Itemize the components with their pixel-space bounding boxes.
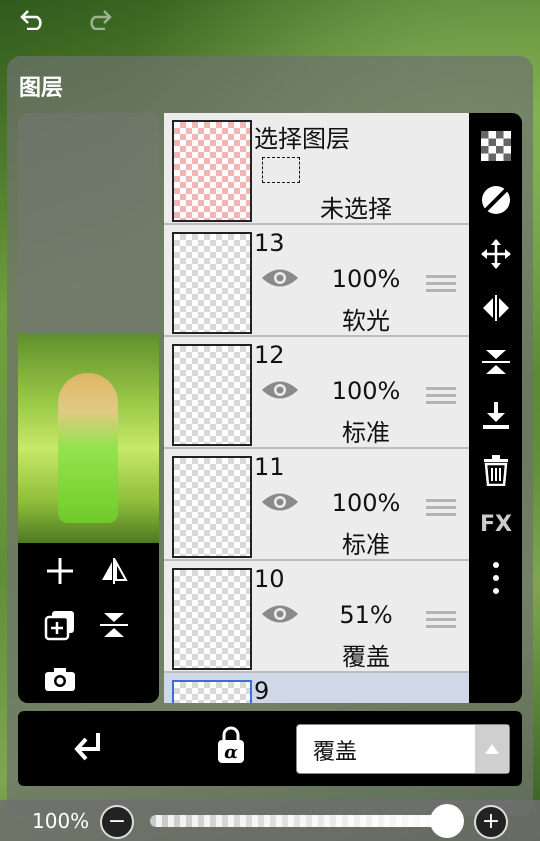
left-tools [18,543,159,703]
layer-options-bar: α 覆盖 [18,711,522,786]
selection-layer-row[interactable]: 选择图层 未选择 [164,113,469,225]
layer-preview-column [18,113,159,703]
layer-blend-mode: 标准 [342,531,390,559]
move-icon[interactable] [477,235,515,273]
fx-button[interactable]: FX [477,505,515,543]
mirror-icon[interactable] [477,289,515,327]
layer-row-9[interactable]: 9 [164,673,469,703]
layer-thumbnail [172,680,252,703]
drag-handle-icon[interactable] [426,495,456,520]
undo-icon[interactable] [16,4,50,34]
layer-opacity: 51% [339,601,393,629]
layer-thumbnail [172,568,252,670]
copy-layer-icon[interactable] [40,605,80,645]
redo-icon[interactable] [82,4,116,34]
layer-panel: 图层 选择图层 未选择 13 100% 软光 12 100% 标准 11 100… [7,56,533,816]
layer-opacity: 100% [331,265,401,293]
eye-icon[interactable] [260,377,300,407]
clip-arrow-icon[interactable] [72,729,106,771]
flip-vertical-icon[interactable] [94,605,134,645]
layer-row-10[interactable]: 10 51% 覆盖 [164,561,469,673]
flip-horizontal-icon[interactable] [94,551,134,591]
canvas-thumbnail[interactable] [18,333,159,543]
drag-handle-icon[interactable] [426,271,456,296]
svg-text:α: α [224,742,238,763]
layer-number: 11 [254,453,285,481]
opacity-slider-track[interactable] [150,815,450,827]
plus-icon[interactable]: + [474,805,508,839]
layer-number: 12 [254,341,285,369]
layer-blend-mode: 标准 [342,419,390,447]
layer-thumbnail [172,232,252,334]
more-icon[interactable] [477,559,515,597]
blend-mode-value: 覆盖 [313,740,358,765]
opacity-bar: 100% − + [0,800,540,841]
selection-marquee-icon [262,157,300,183]
layer-row-12[interactable]: 12 100% 标准 [164,337,469,449]
merge-down-icon[interactable] [477,397,515,435]
layer-blend-mode: 软光 [342,307,390,335]
blend-mode-select[interactable]: 覆盖 [296,724,510,774]
layer-thumbnail [172,456,252,558]
circle-half-icon[interactable] [477,181,515,219]
alpha-lock-icon[interactable]: α [214,725,248,769]
opacity-slider-knob[interactable] [430,804,464,838]
minus-icon[interactable]: − [100,805,134,839]
camera-icon[interactable] [40,659,80,699]
layer-thumbnail [172,344,252,446]
chevron-up-icon [475,725,509,773]
top-toolbar [0,0,540,38]
add-layer-icon[interactable] [40,551,80,591]
layer-opacity: 100% [331,489,401,517]
layer-blend-mode: 覆盖 [342,643,390,671]
drag-handle-icon[interactable] [426,607,456,632]
eye-icon[interactable] [260,489,300,519]
flip-vertical-icon[interactable] [477,343,515,381]
layer-number: 9 [254,677,270,703]
eye-icon[interactable] [260,265,300,295]
layer-row-13[interactable]: 13 100% 软光 [164,225,469,337]
trash-icon[interactable] [477,451,515,489]
checker-icon[interactable] [477,127,515,165]
right-toolbar: FX [469,113,522,703]
layer-list: 选择图层 未选择 13 100% 软光 12 100% 标准 11 100% 标… [164,113,469,703]
layer-number: 10 [254,565,285,593]
eye-icon[interactable] [260,601,300,631]
drag-handle-icon[interactable] [426,383,456,408]
selection-layer-thumbnail [172,120,252,222]
panel-title: 图层 [19,76,64,101]
layer-row-11[interactable]: 11 100% 标准 [164,449,469,561]
layer-number: 13 [254,229,285,257]
layer-opacity: 100% [331,377,401,405]
opacity-value: 100% [32,809,90,833]
selection-layer-title: 选择图层 [254,125,350,153]
selection-state: 未选择 [320,195,392,223]
